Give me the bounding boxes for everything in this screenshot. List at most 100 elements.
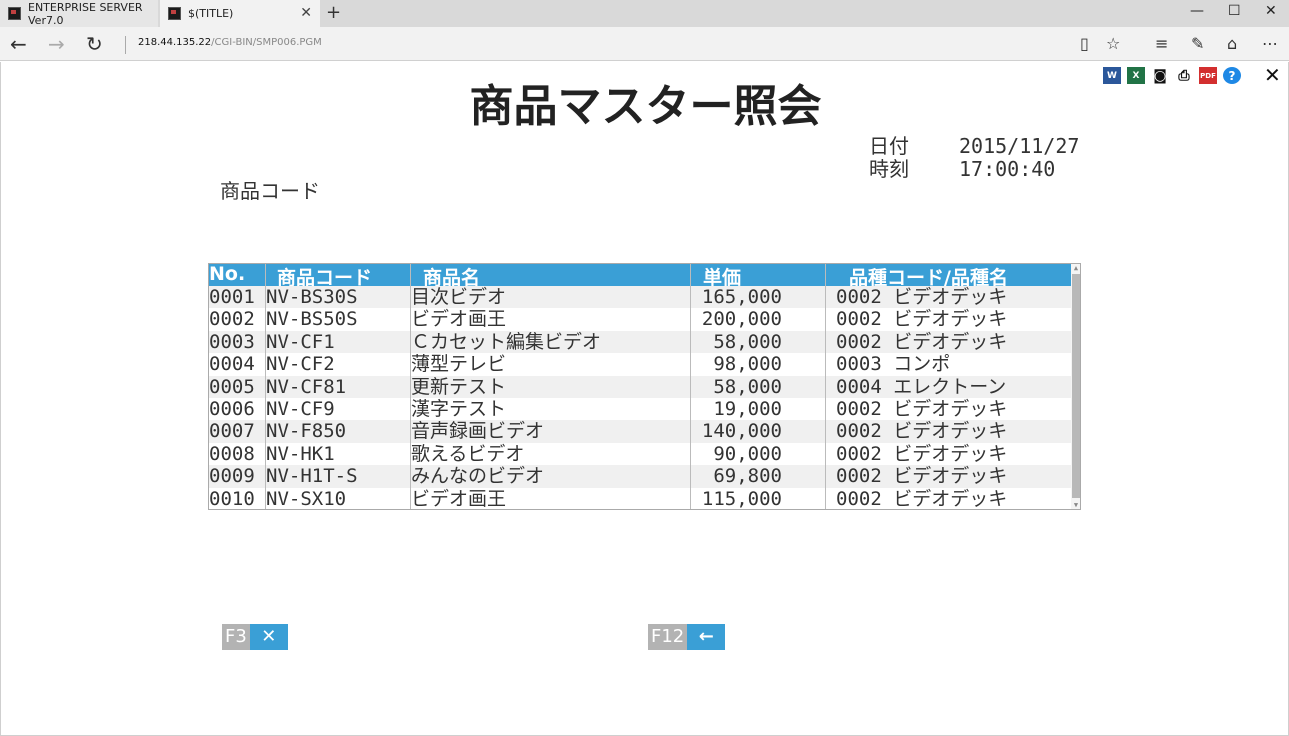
page-title: 商品マスター照会 bbox=[469, 81, 822, 132]
table-row[interactable]: 0005 NV-CF81 更新テスト 58,000 0004 エレクトーン bbox=[209, 375, 1072, 398]
time-label: 時刻 bbox=[869, 157, 909, 181]
excel-icon[interactable]: X bbox=[1127, 67, 1145, 84]
time-value: 17:00:40 bbox=[959, 157, 1056, 181]
cell-price: 200,000 bbox=[701, 308, 782, 331]
table-row[interactable]: 0001 NV-BS30S 目次ビデオ 165,000 0002 ビデオデッキ bbox=[209, 286, 1072, 309]
grid-scrollbar[interactable]: ▲ ▼ bbox=[1071, 264, 1080, 509]
table-row[interactable]: 0009 NV-H1T-S みんなのビデオ 69,800 0002 ビデオデッキ bbox=[209, 465, 1072, 488]
scroll-down-icon[interactable]: ▼ bbox=[1071, 501, 1080, 509]
cell-no: 0001 bbox=[209, 286, 255, 308]
cell-no: 0008 bbox=[209, 442, 255, 465]
f12-button[interactable]: F12 ← bbox=[648, 624, 726, 650]
cell-name: 更新テスト bbox=[411, 375, 507, 398]
tab-title: $(TITLE) bbox=[188, 7, 234, 20]
grid-header: No. 商品コード 商品名 単価 品種コード/品種名 bbox=[209, 263, 1072, 289]
scroll-up-icon[interactable]: ▲ bbox=[1071, 264, 1080, 272]
url-field[interactable]: 218.44.135.22/CGI-BIN/SMP006.PGM bbox=[138, 37, 322, 48]
cell-price: 58,000 bbox=[713, 330, 782, 353]
maximize-icon[interactable]: ☐ bbox=[1228, 3, 1241, 19]
table-row[interactable]: 0007 NV-F850 音声録画ビデオ 140,000 0002 ビデオデッキ bbox=[209, 420, 1072, 443]
help-icon[interactable]: ? bbox=[1223, 67, 1241, 84]
header-no: No. bbox=[209, 263, 246, 285]
cell-price: 115,000 bbox=[701, 487, 782, 510]
table-row[interactable]: 0010 NV-SX10 ビデオ画王 115,000 0002 ビデオデッキ bbox=[209, 487, 1072, 510]
product-grid: No. 商品コード 商品名 単価 品種コード/品種名 0001 NV-BS30S 目… bbox=[208, 263, 1081, 510]
cell-price: 58,000 bbox=[713, 375, 782, 398]
pdf-icon[interactable]: PDF bbox=[1199, 67, 1217, 84]
cell-name: 漢字テスト bbox=[411, 398, 507, 420]
camera-icon[interactable]: ◙ bbox=[1151, 67, 1169, 84]
scroll-thumb[interactable] bbox=[1072, 274, 1080, 498]
minimize-icon[interactable]: — bbox=[1190, 3, 1204, 19]
cell-name: Ｃカセット編集ビデオ bbox=[411, 330, 602, 353]
cell-kind: 0002 ビデオデッキ bbox=[836, 442, 1008, 465]
tab-close-icon[interactable]: ✕ bbox=[300, 5, 312, 21]
browser-tab-1[interactable]: ENTERPRISE SERVER Ver7.0 bbox=[0, 0, 158, 27]
cell-code: NV-SX10 bbox=[266, 487, 347, 510]
cell-no: 0002 bbox=[209, 308, 255, 331]
column-divider bbox=[410, 264, 411, 509]
more-icon[interactable]: ⋯ bbox=[1262, 34, 1278, 53]
forward-icon[interactable]: → bbox=[48, 32, 65, 56]
cell-name: 目次ビデオ bbox=[411, 286, 507, 308]
cell-price: 90,000 bbox=[713, 442, 782, 465]
table-row[interactable]: 0008 NV-HK1 歌えるビデオ 90,000 0002 ビデオデッキ bbox=[209, 443, 1072, 465]
hub-icon[interactable]: ≡ bbox=[1155, 34, 1168, 53]
refresh-icon[interactable]: ↻ bbox=[86, 32, 103, 56]
cell-kind: 0002 ビデオデッキ bbox=[836, 286, 1008, 308]
word-icon[interactable]: W bbox=[1103, 67, 1121, 84]
close-icon[interactable]: ✕ bbox=[1264, 63, 1281, 87]
cell-name: ビデオ画王 bbox=[411, 308, 507, 331]
web-note-icon[interactable]: ✎ bbox=[1191, 34, 1204, 53]
cell-no: 0005 bbox=[209, 375, 255, 398]
cell-no: 0004 bbox=[209, 353, 255, 376]
terminal-icon bbox=[8, 7, 21, 20]
f3-button[interactable]: F3 ✕ bbox=[222, 624, 288, 650]
cell-name: みんなのビデオ bbox=[411, 465, 545, 488]
column-divider bbox=[690, 264, 691, 509]
new-tab-button[interactable]: + bbox=[326, 2, 341, 23]
cell-kind: 0002 ビデオデッキ bbox=[836, 398, 1008, 420]
cell-kind: 0002 ビデオデッキ bbox=[836, 308, 1008, 331]
terminal-icon bbox=[168, 7, 181, 20]
browser-tab-2[interactable]: $(TITLE) ✕ bbox=[160, 0, 320, 27]
cell-name: 歌えるビデオ bbox=[411, 442, 525, 465]
f12-label: F12 bbox=[648, 624, 688, 650]
cell-code: NV-F850 bbox=[266, 420, 347, 443]
cell-kind: 0002 ビデオデッキ bbox=[836, 465, 1008, 488]
arrow-left-icon: ← bbox=[687, 624, 726, 650]
page-content: 商品マスター照会 W X ◙ ⎙ PDF ? ✕ 日付 2015/11/27 時刻… bbox=[0, 62, 1289, 736]
print-icon[interactable]: ⎙ bbox=[1175, 67, 1193, 84]
cell-kind: 0003 コンポ bbox=[836, 353, 951, 376]
share-icon[interactable]: ⌂ bbox=[1227, 34, 1237, 53]
cell-no: 0007 bbox=[209, 420, 255, 443]
table-row[interactable]: 0003 NV-CF1 Ｃカセット編集ビデオ 58,000 0002 ビデオデッキ bbox=[209, 330, 1072, 354]
cell-price: 98,000 bbox=[713, 353, 782, 376]
cell-code: NV-H1T-S bbox=[266, 465, 358, 488]
back-icon[interactable]: ← bbox=[10, 32, 27, 56]
table-row[interactable]: 0004 NV-CF2 薄型テレビ 98,000 0003 コンポ bbox=[209, 353, 1072, 375]
cell-name: ビデオ画王 bbox=[411, 487, 507, 510]
cell-code: NV-CF2 bbox=[266, 353, 335, 376]
cell-no: 0010 bbox=[209, 487, 255, 510]
cell-code: NV-CF81 bbox=[266, 375, 347, 398]
cell-no: 0006 bbox=[209, 398, 255, 420]
time-row: 時刻 17:00:40 bbox=[869, 153, 1055, 182]
table-row[interactable]: 0006 NV-CF9 漢字テスト 19,000 0002 ビデオデッキ bbox=[209, 398, 1072, 420]
window-close-icon[interactable]: ✕ bbox=[1265, 3, 1277, 19]
close-icon: ✕ bbox=[249, 624, 288, 650]
column-divider bbox=[825, 264, 826, 509]
column-divider bbox=[265, 264, 266, 509]
cell-code: NV-BS30S bbox=[266, 286, 358, 308]
cell-price: 69,800 bbox=[713, 465, 782, 488]
cell-kind: 0002 ビデオデッキ bbox=[836, 487, 1008, 510]
divider bbox=[125, 36, 126, 54]
reading-view-icon[interactable]: ▯ bbox=[1080, 34, 1089, 53]
table-row[interactable]: 0002 NV-BS50S ビデオ画王 200,000 0002 ビデオデッキ bbox=[209, 308, 1072, 330]
browser-tab-bar: ENTERPRISE SERVER Ver7.0 $(TITLE) ✕ + — … bbox=[0, 0, 1289, 27]
cell-kind: 0004 エレクトーン bbox=[836, 375, 1007, 398]
tab-title: ENTERPRISE SERVER Ver7.0 bbox=[28, 0, 143, 27]
favorite-star-icon[interactable]: ☆ bbox=[1106, 34, 1120, 53]
f3-label: F3 bbox=[222, 624, 250, 650]
cell-kind: 0002 ビデオデッキ bbox=[836, 420, 1008, 443]
